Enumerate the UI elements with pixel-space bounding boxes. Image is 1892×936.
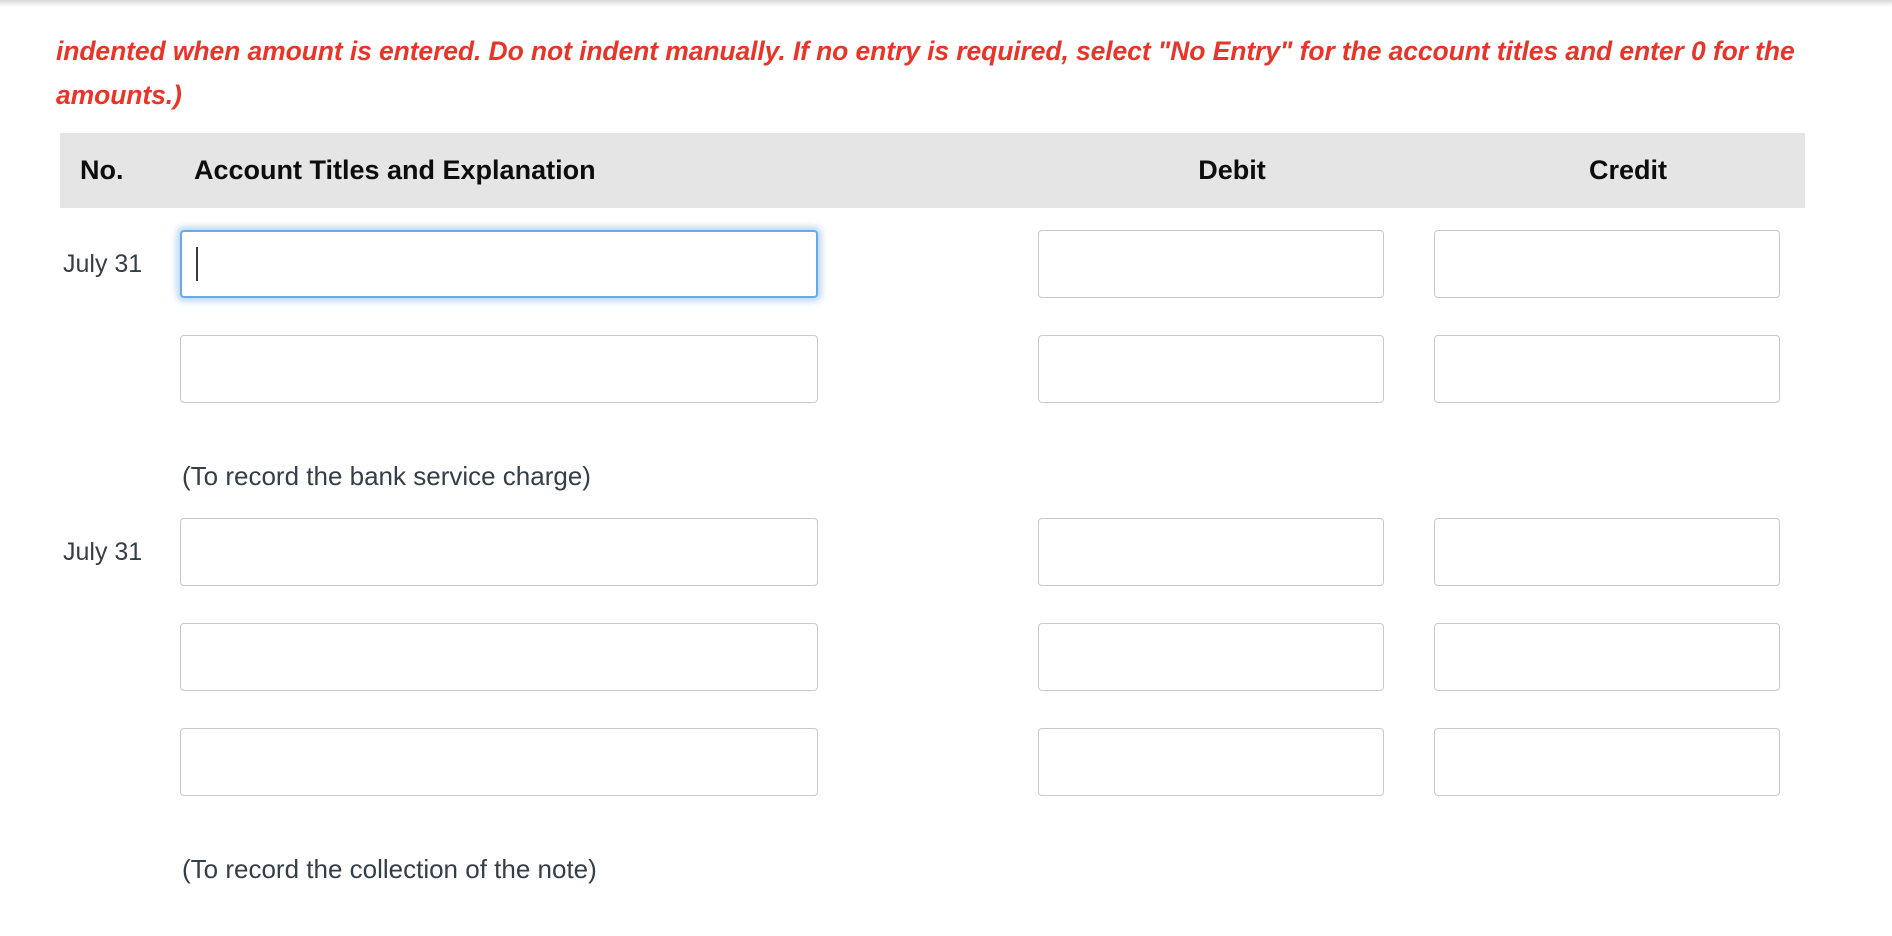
- column-header-debit: Debit: [1198, 155, 1266, 185]
- column-header-credit: Credit: [1588, 155, 1667, 185]
- page-top-edge-shading: [0, 0, 1892, 7]
- debit-amount-input[interactable]: [1038, 518, 1384, 586]
- account-title-input[interactable]: [180, 518, 818, 586]
- journal-entry-table: No. Account Titles and Explanation Debit…: [60, 133, 1805, 908]
- column-header-no: No.: [80, 155, 124, 185]
- instructions-text: indented when amount is entered. Do not …: [56, 35, 1795, 110]
- journal-entry-row: July 31: [60, 518, 1805, 586]
- memo-description-text: (To record the collection of the note): [182, 854, 597, 884]
- journal-memo-row: (To record the collection of the note): [60, 847, 1805, 891]
- credit-amount-input[interactable]: [1434, 230, 1780, 298]
- journal-table-body: July 31 (To record the bank service charg…: [60, 208, 1805, 908]
- debit-amount-input[interactable]: [1038, 623, 1384, 691]
- credit-amount-input[interactable]: [1434, 518, 1780, 586]
- entry-date-label: July 31: [63, 538, 143, 566]
- column-header-account-titles: Account Titles and Explanation: [194, 155, 596, 185]
- account-title-input[interactable]: [180, 230, 818, 298]
- account-title-input[interactable]: [180, 728, 818, 796]
- entry-date-label: July 31: [63, 250, 143, 278]
- journal-entry-row: [60, 335, 1805, 403]
- entry-date-label: [63, 623, 181, 691]
- account-title-input[interactable]: [180, 335, 818, 403]
- debit-amount-input[interactable]: [1038, 230, 1384, 298]
- credit-amount-input[interactable]: [1434, 623, 1780, 691]
- entry-date-label: [63, 728, 181, 796]
- credit-amount-input[interactable]: [1434, 728, 1780, 796]
- journal-memo-row: (To record the bank service charge): [60, 454, 1805, 498]
- journal-entry-row: [60, 623, 1805, 691]
- text-cursor: [196, 247, 198, 281]
- entry-date-label: [63, 335, 181, 403]
- debit-amount-input[interactable]: [1038, 335, 1384, 403]
- journal-entry-row: July 31: [60, 230, 1805, 298]
- debit-amount-input[interactable]: [1038, 728, 1384, 796]
- journal-entry-row: [60, 728, 1805, 796]
- journal-table-header-row: No. Account Titles and Explanation Debit…: [60, 133, 1805, 208]
- credit-amount-input[interactable]: [1434, 335, 1780, 403]
- memo-description-text: (To record the bank service charge): [182, 461, 591, 491]
- account-title-input[interactable]: [180, 623, 818, 691]
